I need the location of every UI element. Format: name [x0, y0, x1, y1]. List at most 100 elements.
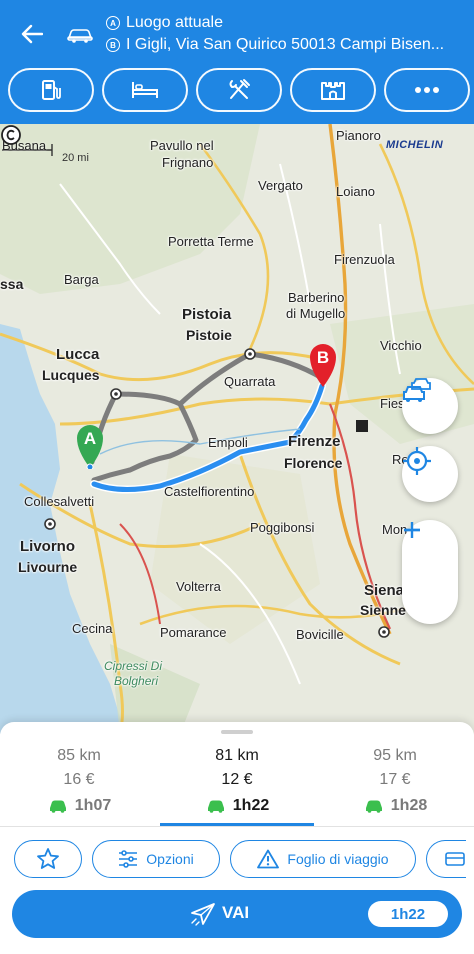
map-label: Firenze [288, 433, 341, 450]
map-label: Livorno [20, 538, 75, 555]
hotel-button[interactable] [102, 68, 188, 112]
map-label: Cipressi Di [104, 659, 163, 673]
minus-icon [404, 528, 420, 532]
route-sheet: 85 km 16 € 1h07 81 km 12 € 1h22 95 km 17… [0, 722, 474, 954]
options-button[interactable]: Opzioni [92, 840, 220, 878]
car-icon [365, 800, 382, 813]
go-button[interactable]: VAI 1h22 [12, 890, 462, 938]
destination-badge: B [106, 38, 120, 52]
map-label: Lucques [42, 367, 100, 383]
map-label: Bolgheri [114, 674, 159, 688]
star-icon [37, 848, 59, 869]
start-marker[interactable]: A [74, 421, 106, 469]
scale-label-mi: 20 mi [62, 152, 89, 164]
toll-button[interactable] [426, 840, 466, 878]
locate-me-button[interactable] [402, 446, 458, 502]
poi-filter-bar [8, 68, 474, 114]
car-mode-icon[interactable] [66, 27, 94, 43]
zoom-out-button[interactable] [402, 528, 458, 624]
map-label: Siena [364, 582, 405, 599]
route-cost: 17 € [379, 771, 411, 788]
sliders-icon [119, 850, 138, 868]
map-label: Vicchio [380, 338, 422, 353]
back-button[interactable] [14, 16, 50, 52]
map-label: Vergato [258, 178, 303, 193]
route-time: 1h07 [74, 797, 112, 814]
ticket-icon [445, 852, 465, 866]
map-view[interactable]: Busana 20 mi MICHELIN Pavullo nel Frigna… [0, 124, 474, 734]
map-label: Volterra [176, 579, 221, 594]
zoom-control [402, 520, 458, 624]
map-canvas [0, 124, 474, 734]
map-label: Barga [64, 272, 99, 287]
map-label: Florence [284, 455, 343, 471]
route-cost: 12 € [221, 771, 253, 788]
bed-icon [132, 82, 158, 98]
map-label: Bovicille [296, 627, 344, 642]
map-label: di Mugello [286, 306, 346, 321]
destination-marker-label: B [317, 348, 329, 367]
destination-marker[interactable]: B [307, 340, 339, 388]
map-label: Porretta Terme [168, 234, 254, 249]
route-actions: Opzioni Foglio di viaggio [14, 840, 474, 878]
map-label: Empoli [208, 435, 248, 450]
more-icon [415, 87, 439, 93]
favorite-button[interactable] [14, 840, 82, 878]
route-distance: 85 km [57, 747, 101, 764]
route-option-3[interactable]: 95 km 17 € 1h28 [316, 744, 474, 828]
map-label: Sienne [360, 602, 406, 618]
origin-text: Luogo attuale [126, 14, 223, 31]
route-header: A Luogo attuale B I Gigli, Via San Quiri… [0, 0, 474, 124]
route-option-2[interactable]: 81 km 12 € 1h22 [158, 744, 316, 828]
route-options: 85 km 16 € 1h07 81 km 12 € 1h22 95 km 17… [0, 744, 474, 828]
map-label: Fies [380, 396, 405, 411]
route-cost: 16 € [63, 771, 95, 788]
map-label: Collesalvetti [24, 494, 95, 509]
map-label: Loiano [336, 184, 376, 199]
map-label: ssa [0, 276, 24, 292]
traffic-button[interactable] [402, 378, 458, 434]
fuel-pump-icon [42, 80, 61, 100]
warning-icon [257, 849, 280, 869]
map-label: Pomarance [160, 625, 227, 640]
go-duration-badge: 1h22 [368, 901, 448, 927]
go-label: VAI [222, 903, 250, 922]
traffic-icon [403, 378, 431, 402]
route-option-1[interactable]: 85 km 16 € 1h07 [0, 744, 158, 828]
route-time: 1h22 [232, 797, 270, 814]
map-label: Pavullo nel [150, 138, 214, 153]
sheet-handle[interactable] [221, 730, 253, 734]
car-icon [49, 800, 66, 813]
map-label: Pistoie [186, 327, 232, 343]
roadbook-label: Foglio di viaggio [287, 851, 389, 867]
michelin-attribution: MICHELIN [386, 139, 444, 151]
map-label: Poggibonsi [250, 520, 315, 535]
map-label: Quarrata [224, 374, 276, 389]
more-button[interactable] [384, 68, 470, 112]
tourism-button[interactable] [290, 68, 376, 112]
map-label: Pianoro [336, 128, 381, 143]
roadbook-button[interactable]: Foglio di viaggio [230, 840, 416, 878]
map-label: Barberino [288, 290, 345, 305]
origin-row[interactable]: A Luogo attuale [106, 12, 468, 34]
route-distance: 95 km [373, 747, 417, 764]
arrow-left-icon [21, 24, 43, 44]
map-label: Cecina [72, 621, 113, 636]
start-marker-label: A [84, 429, 96, 448]
restaurant-icon [229, 79, 250, 99]
route-distance: 81 km [215, 747, 259, 764]
map-label: Frignano [162, 155, 214, 170]
copyright-icon[interactable] [0, 124, 22, 146]
restaurant-button[interactable] [196, 68, 282, 112]
destination-row[interactable]: B I Gigli, Via San Quirico 50013 Campi B… [106, 34, 468, 56]
map-label: Lucca [56, 346, 100, 363]
route-time: 1h28 [390, 797, 428, 814]
crosshair-icon [403, 447, 431, 475]
navigation-arrow-icon [191, 903, 215, 926]
map-label: Castelfiorentino [164, 484, 255, 499]
castle-icon [321, 82, 345, 100]
origin-badge: A [106, 16, 120, 30]
route-summary[interactable]: A Luogo attuale B I Gigli, Via San Quiri… [106, 12, 468, 56]
map-label: Firenzuola [334, 252, 395, 267]
fuel-button[interactable] [8, 68, 94, 112]
